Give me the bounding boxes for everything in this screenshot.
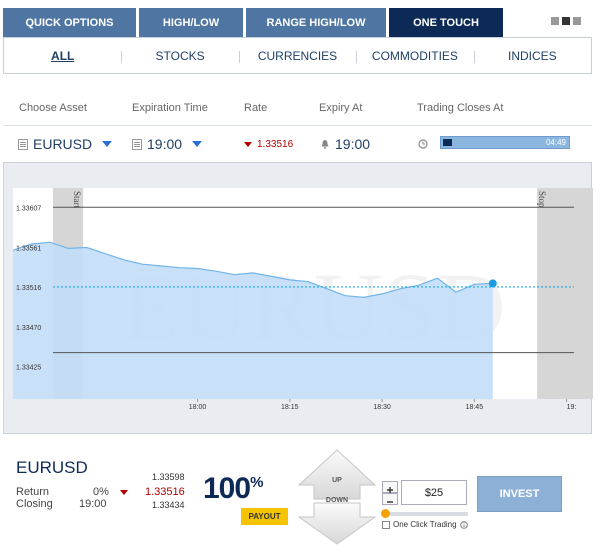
asset-row: EURUSD 19:00 1.33516 19:00 04:49: [3, 126, 592, 162]
bell-icon: [321, 140, 329, 149]
high-value: 1.33598: [152, 472, 185, 482]
low-value: 1.33434: [152, 500, 185, 510]
down-arrow-icon: [120, 490, 128, 495]
down-arrow-button[interactable]: [297, 502, 377, 545]
list-icon: [18, 138, 28, 150]
amount-increase-button[interactable]: [382, 481, 398, 493]
tab-quick-options[interactable]: QUICK OPTIONS: [3, 8, 136, 37]
rate-value: 1.33516: [257, 139, 294, 150]
return-value: 0%: [93, 486, 109, 498]
x-tick-label: 18:15: [281, 404, 299, 411]
up-arrow-button[interactable]: [297, 449, 377, 500]
y-tick-label: 1.33561: [16, 246, 41, 253]
expiration-time-label: Expiration Time: [132, 102, 208, 114]
clock-cell: [418, 139, 428, 149]
chevron-down-icon: [192, 141, 203, 147]
expiration-select[interactable]: 19:00: [132, 136, 203, 152]
expiry-value: 19:00: [335, 136, 371, 152]
one-click-checkbox[interactable]: [382, 520, 390, 529]
view-toggle[interactable]: [551, 17, 581, 25]
x-tick-label: 18:00: [189, 404, 207, 411]
down-label: DOWN: [325, 497, 349, 504]
x-tick-label: 18:30: [373, 404, 391, 411]
payout-badge: PAYOUT: [241, 508, 288, 525]
single-view-icon[interactable]: [551, 17, 559, 25]
tab-all[interactable]: ALL: [4, 49, 121, 63]
column-labels: Choose Asset Expiration Time Rate Expiry…: [0, 102, 596, 116]
tab-indices[interactable]: INDICES: [473, 49, 591, 63]
closing-value: 19:00: [79, 498, 107, 510]
tab-currencies[interactable]: CURRENCIES: [238, 49, 356, 63]
payout-number: 100: [203, 472, 251, 505]
current-price-marker: [488, 279, 497, 288]
trade-panel: EURUSD Return 0% Closing 19:00 1.33598 1…: [3, 434, 592, 550]
up-label: UP: [332, 477, 342, 484]
amount-decrease-button[interactable]: [382, 493, 398, 505]
chevron-down-icon: [102, 141, 113, 147]
y-tick-label: 1.33425: [16, 365, 41, 372]
tab-commodities[interactable]: COMMODITIES: [356, 49, 473, 63]
payout-unit: %: [250, 474, 263, 491]
direction-selector: UP DOWN: [297, 447, 385, 547]
y-tick-label: 1.33607: [16, 205, 41, 212]
expiry-cell: 19:00: [320, 136, 370, 152]
x-tick-label: 19:: [567, 404, 577, 411]
countdown-text: 04:49: [545, 138, 566, 147]
y-tick-label: 1.33470: [16, 325, 41, 332]
invest-button[interactable]: INVEST: [477, 476, 562, 512]
amount-slider[interactable]: [381, 509, 468, 518]
chart-svg: EURUSDStartStop1.336071.335611.335161.33…: [12, 188, 593, 411]
calendar-icon: [132, 138, 142, 150]
one-click-trading[interactable]: One Click Trading: [382, 520, 468, 529]
tab-stocks[interactable]: STOCKS: [121, 49, 238, 63]
trading-closes-progress: 04:49: [440, 136, 570, 149]
price-chart: EURUSDStartStop1.336071.335611.335161.33…: [3, 162, 593, 434]
start-label: Start: [72, 191, 82, 208]
trade-asset-name: EURUSD: [16, 458, 88, 477]
down-arrow-icon: [244, 142, 252, 147]
progress-fill: [443, 139, 452, 146]
tab-range-high-low[interactable]: RANGE HIGH/LOW: [246, 8, 386, 37]
asset-category-tabs: ALL STOCKS CURRENCIES COMMODITIES INDICE…: [3, 37, 592, 74]
slider-handle[interactable]: [381, 509, 390, 518]
current-rate-value: 1.33516: [145, 486, 185, 498]
minus-icon: [387, 501, 393, 503]
trading-closes-label: Trading Closes At: [417, 102, 504, 114]
y-tick-label: 1.33516: [16, 285, 41, 292]
payout-percentage: 100%: [203, 472, 263, 506]
amount-input[interactable]: $25: [401, 480, 467, 505]
post-stop-zone: [537, 188, 593, 399]
dual-view-icon[interactable]: [562, 17, 570, 25]
return-label: Return: [16, 486, 50, 498]
rate-cell: 1.33516: [244, 139, 293, 150]
info-icon[interactable]: [459, 520, 468, 529]
tab-high-low[interactable]: HIGH/LOW: [139, 8, 243, 37]
choose-asset-label: Choose Asset: [19, 102, 87, 114]
tab-one-touch[interactable]: ONE TOUCH: [389, 8, 503, 37]
grid-view-icon[interactable]: [573, 17, 581, 25]
stop-label: Stop: [537, 191, 547, 208]
rate-label: Rate: [244, 102, 268, 114]
asset-value: EURUSD: [33, 136, 93, 152]
x-tick-label: 18:45: [466, 404, 484, 411]
product-tabs: QUICK OPTIONS HIGH/LOW RANGE HIGH/LOW ON…: [3, 8, 506, 37]
closing-label: Closing: [16, 498, 53, 510]
expiration-value: 19:00: [147, 136, 183, 152]
expiry-at-label: Expiry At: [319, 102, 363, 114]
asset-select[interactable]: EURUSD: [18, 136, 113, 152]
one-click-label: One Click Trading: [393, 520, 457, 529]
clock-icon: [418, 139, 428, 149]
